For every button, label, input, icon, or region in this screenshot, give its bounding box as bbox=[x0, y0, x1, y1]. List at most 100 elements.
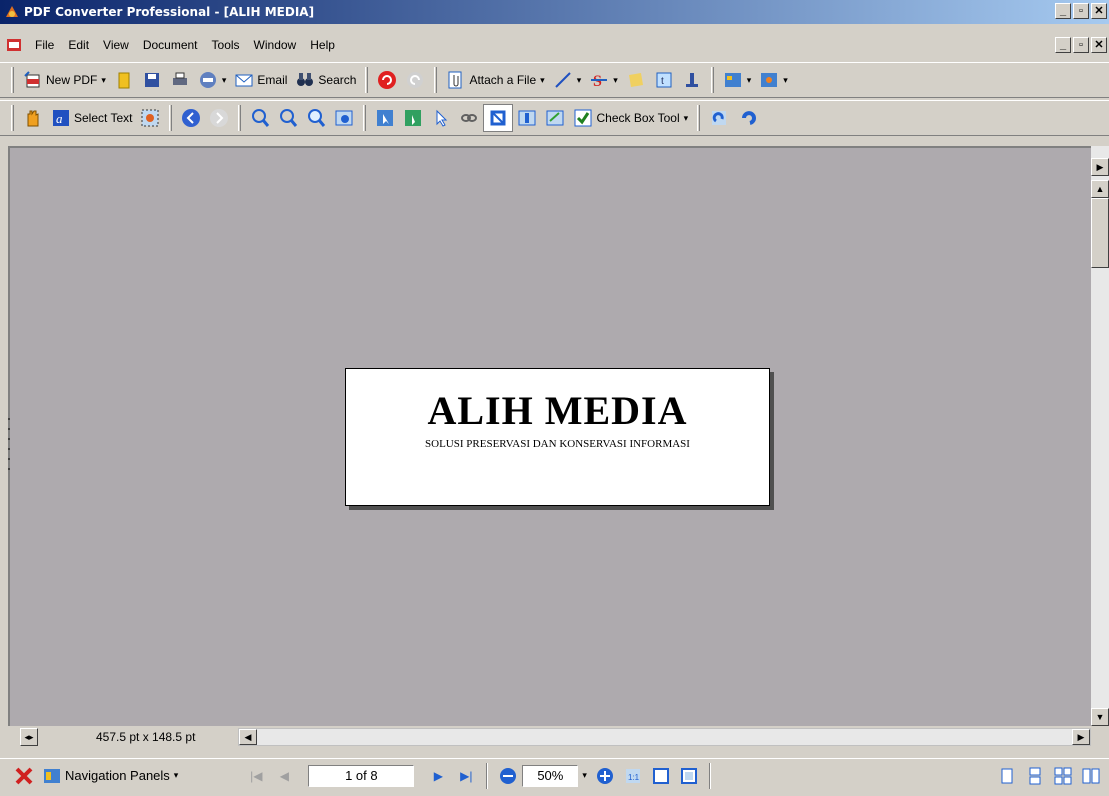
vertical-scrollbar[interactable]: ▶ ▲ ▼ bbox=[1091, 146, 1109, 726]
print-button[interactable] bbox=[166, 66, 194, 94]
zoom-out-icon bbox=[280, 109, 298, 127]
email-button[interactable]: Email bbox=[230, 66, 291, 94]
menu-file[interactable]: File bbox=[28, 38, 61, 52]
close-button[interactable]: ✕ bbox=[1091, 3, 1107, 19]
panel-toggle-arrow-icon[interactable]: ▶ bbox=[1091, 158, 1109, 176]
scroll-right-button[interactable]: ▶ bbox=[1072, 729, 1090, 745]
scroll-left-button[interactable]: ◀ bbox=[239, 729, 257, 745]
svg-text:a: a bbox=[56, 111, 63, 126]
zoom-in-tool-button[interactable] bbox=[246, 104, 274, 132]
minimize-button[interactable]: _ bbox=[1055, 3, 1071, 19]
svg-text:S: S bbox=[593, 73, 602, 90]
pan-zoom-button[interactable] bbox=[330, 104, 358, 132]
side-panel-grip[interactable] bbox=[8, 418, 14, 488]
zoom-out-button[interactable] bbox=[496, 764, 520, 788]
select-area-button[interactable] bbox=[399, 104, 427, 132]
doc-restore-button[interactable]: ▫ bbox=[1073, 37, 1089, 53]
previous-page-button[interactable]: ◀ bbox=[272, 764, 296, 788]
email-icon bbox=[235, 74, 253, 87]
snapshot-button[interactable] bbox=[136, 104, 164, 132]
zoom-in-icon bbox=[252, 109, 270, 127]
menu-help[interactable]: Help bbox=[303, 38, 342, 52]
select-object-button[interactable] bbox=[371, 104, 399, 132]
horizontal-scrollbar[interactable]: ◀ ▶ bbox=[238, 728, 1091, 746]
document-canvas[interactable]: ALIH MEDIA SOLUSI PRESERVASI DAN KONSERV… bbox=[8, 146, 1091, 726]
document-icon[interactable] bbox=[6, 37, 22, 53]
stamp-icon bbox=[685, 73, 698, 87]
select-text-button[interactable]: a Select Text bbox=[47, 104, 136, 132]
scroll-thumb[interactable] bbox=[1091, 198, 1109, 268]
toolbar-grip[interactable] bbox=[11, 67, 14, 93]
save-button[interactable] bbox=[138, 66, 166, 94]
redo-button[interactable] bbox=[401, 66, 429, 94]
hand-tool-button[interactable] bbox=[19, 104, 47, 132]
form-button[interactable]: ▾ bbox=[719, 66, 756, 94]
menu-tools[interactable]: Tools bbox=[205, 38, 247, 52]
open-button[interactable] bbox=[110, 66, 138, 94]
strikeout-button[interactable]: S ▾ bbox=[585, 66, 622, 94]
continuous-view-button[interactable] bbox=[1023, 764, 1047, 788]
scroll-down-button[interactable]: ▼ bbox=[1091, 708, 1109, 726]
close-panel-button[interactable] bbox=[12, 764, 36, 788]
search-button[interactable]: Search bbox=[291, 66, 360, 94]
attach-file-button[interactable]: Attach a File ▾ bbox=[442, 66, 548, 94]
single-page-view-button[interactable] bbox=[995, 764, 1019, 788]
link-tool-button[interactable] bbox=[455, 104, 483, 132]
image-button[interactable]: ▾ bbox=[755, 66, 792, 94]
toolbar-grip[interactable] bbox=[363, 105, 367, 131]
columns-button[interactable] bbox=[513, 104, 541, 132]
window-title: PDF Converter Professional - [ALIH MEDIA… bbox=[24, 5, 315, 19]
forward-button[interactable] bbox=[205, 104, 233, 132]
toolbar-grip[interactable] bbox=[697, 105, 701, 131]
text-box-button[interactable]: t bbox=[650, 66, 678, 94]
binoculars-icon bbox=[297, 73, 314, 86]
fit-width-button[interactable] bbox=[677, 764, 701, 788]
check-box-tool-button[interactable]: Check Box Tool ▾ bbox=[569, 104, 692, 132]
continuous-facing-view-button[interactable] bbox=[1079, 764, 1103, 788]
doc-close-button[interactable]: ✕ bbox=[1091, 37, 1107, 53]
toolbar-grip[interactable] bbox=[238, 105, 242, 131]
pdf-page[interactable]: ALIH MEDIA SOLUSI PRESERVASI DAN KONSERV… bbox=[345, 368, 770, 506]
page-number-field[interactable]: 1 of 8 bbox=[308, 764, 415, 787]
back-button[interactable] bbox=[177, 104, 205, 132]
menu-view[interactable]: View bbox=[96, 38, 136, 52]
toolbar-grip[interactable] bbox=[169, 105, 173, 131]
scroll-up-button[interactable]: ▲ bbox=[1091, 180, 1109, 198]
navigation-panels-button[interactable]: Navigation Panels ▾ bbox=[38, 762, 182, 790]
menu-edit[interactable]: Edit bbox=[61, 38, 96, 52]
note-button[interactable] bbox=[622, 66, 650, 94]
toolbar-grip[interactable] bbox=[710, 67, 714, 93]
actual-size-button[interactable]: 1:1 bbox=[621, 764, 645, 788]
toolbar-grip[interactable] bbox=[434, 67, 438, 93]
loupe-button[interactable] bbox=[302, 104, 330, 132]
rotate-ccw-button[interactable] bbox=[733, 104, 761, 132]
zoom-level-field[interactable]: 50% bbox=[522, 764, 579, 787]
last-page-button[interactable]: ▶| bbox=[454, 764, 478, 788]
facing-view-button[interactable] bbox=[1051, 764, 1075, 788]
menu-window[interactable]: Window bbox=[247, 38, 304, 52]
edit-form-button[interactable] bbox=[541, 104, 569, 132]
menu-document[interactable]: Document bbox=[136, 38, 205, 52]
undo-button[interactable] bbox=[373, 66, 401, 94]
sticky-note-icon bbox=[628, 73, 643, 87]
first-page-button[interactable]: |◀ bbox=[244, 764, 268, 788]
stamp-button[interactable] bbox=[678, 66, 706, 94]
toolbar-grip[interactable] bbox=[11, 105, 14, 131]
line-tool-button[interactable]: ▾ bbox=[549, 66, 586, 94]
toolbar-grip[interactable] bbox=[365, 67, 369, 93]
rotate-cw-button[interactable] bbox=[705, 104, 733, 132]
select-text-icon: a bbox=[53, 110, 69, 126]
next-page-button[interactable]: ▶ bbox=[426, 764, 450, 788]
title-bar: PDF Converter Professional - [ALIH MEDIA… bbox=[0, 0, 1109, 24]
maximize-button[interactable]: ▫ bbox=[1073, 3, 1089, 19]
resize-arrows-icon[interactable]: ◂▸ bbox=[20, 728, 38, 746]
convert-button[interactable]: ▾ bbox=[194, 66, 231, 94]
pointer-button[interactable] bbox=[427, 104, 455, 132]
zoom-in-button[interactable] bbox=[593, 764, 617, 788]
crop-button[interactable] bbox=[483, 104, 514, 132]
fit-page-button[interactable] bbox=[649, 764, 673, 788]
zoom-out-tool-button[interactable] bbox=[274, 104, 302, 132]
doc-minimize-button[interactable]: _ bbox=[1055, 37, 1071, 53]
new-pdf-button[interactable]: New PDF ▾ bbox=[19, 66, 110, 94]
zoom-dropdown-icon[interactable]: ▾ bbox=[582, 770, 587, 781]
